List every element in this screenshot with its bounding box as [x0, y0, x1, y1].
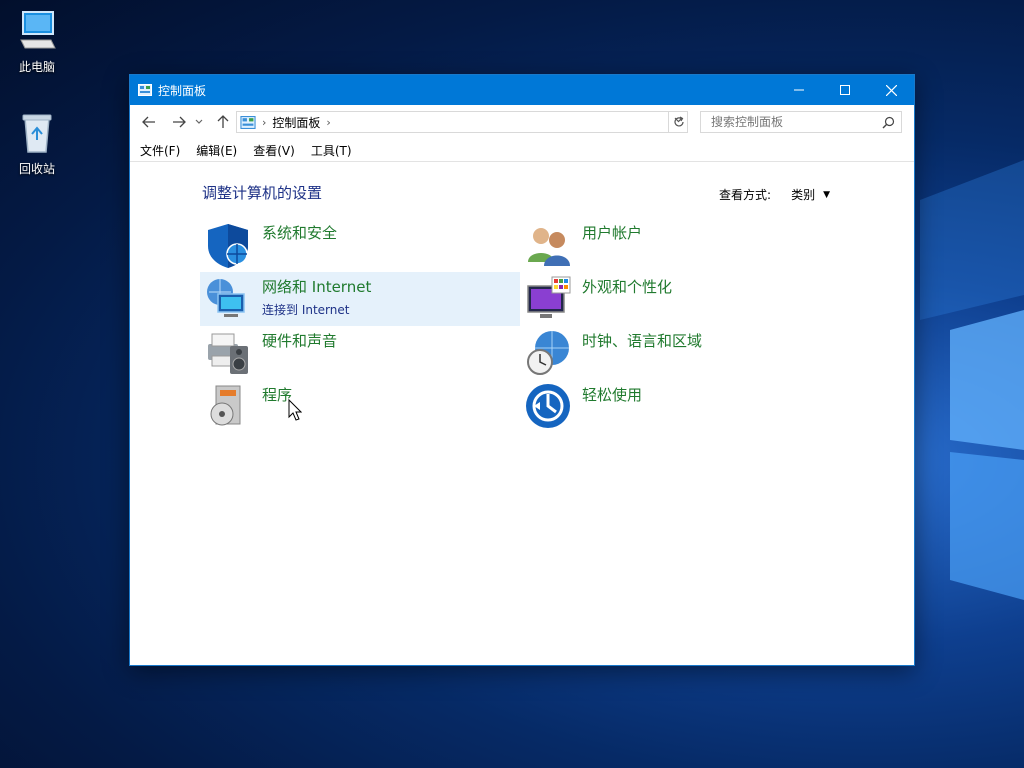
breadcrumb-separator-icon[interactable]: › — [262, 116, 266, 129]
display-palette-icon — [527, 276, 571, 318]
users-icon — [528, 228, 570, 266]
category-system-security[interactable]: 系统和安全 — [200, 218, 520, 272]
menu-tools[interactable]: 工具(T) — [311, 142, 352, 159]
desktop-icon-this-pc[interactable]: 此电脑 — [5, 10, 69, 75]
dropdown-arrow-icon[interactable]: ▼ — [823, 190, 830, 200]
search-input[interactable] — [709, 114, 873, 130]
control-panel-icon — [138, 84, 152, 96]
back-button[interactable] — [138, 111, 160, 133]
programs-icon — [210, 385, 241, 426]
desktop-icon-label: 回收站 — [18, 162, 55, 176]
menu-edit[interactable]: 编辑(E) — [196, 142, 237, 159]
control-panel-window: 控制面板 › 控制面板 › 搜索控制面板 文件(F) 编辑(E) 查看(V) 工… — [129, 74, 915, 666]
close-icon — [885, 84, 897, 96]
menu-bar: 文件(F) 编辑(E) 查看(V) 工具(T) — [130, 139, 914, 162]
page-title: 调整计算机的设置 — [202, 184, 323, 202]
title-bar[interactable]: 控制面板 — [130, 75, 914, 105]
category-title[interactable]: 用户帐户 — [582, 222, 642, 243]
view-by: 查看方式: 类别 ▼ — [719, 186, 830, 203]
maximize-button[interactable] — [822, 75, 868, 105]
refresh-button[interactable] — [668, 111, 688, 133]
category-link-connect[interactable]: 连接到 Internet — [262, 301, 371, 318]
category-title[interactable]: 网络和 Internet — [262, 276, 371, 297]
breadcrumb-control-panel[interactable]: 控制面板 — [272, 114, 320, 131]
category-clock-language-region[interactable]: 时钟、语言和区域 — [520, 326, 840, 380]
category-title[interactable]: 时钟、语言和区域 — [582, 330, 702, 351]
arrow-up-icon — [217, 115, 229, 128]
search-icon[interactable] — [882, 116, 895, 129]
category-title[interactable]: 轻松使用 — [582, 384, 642, 405]
minimize-button[interactable] — [776, 75, 822, 105]
breadcrumb-separator-icon[interactable]: › — [326, 116, 330, 129]
arrow-left-icon — [142, 116, 155, 128]
navigation-bar: › 控制面板 › — [130, 105, 914, 139]
category-network-internet[interactable]: 网络和 Internet 连接到 Internet — [200, 272, 520, 326]
menu-view[interactable]: 查看(V) — [253, 142, 295, 159]
arrow-right-icon — [173, 116, 186, 128]
chevron-down-icon — [195, 119, 203, 124]
close-button[interactable] — [868, 75, 914, 105]
address-bar[interactable]: › 控制面板 › — [236, 111, 688, 133]
category-title[interactable]: 硬件和声音 — [262, 330, 337, 351]
category-title[interactable]: 外观和个性化 — [582, 276, 672, 297]
desktop-icon-recycle-bin[interactable]: 回收站 — [5, 112, 69, 177]
search-box[interactable] — [700, 111, 902, 133]
globe-clock-icon — [527, 331, 569, 375]
window-title: 控制面板 — [158, 83, 207, 98]
maximize-icon — [840, 85, 850, 95]
category-title[interactable]: 系统和安全 — [262, 222, 337, 243]
recent-locations-button[interactable] — [192, 111, 206, 133]
desktop-icon-label: 此电脑 — [18, 60, 55, 74]
recycle-bin-icon — [17, 112, 57, 156]
forward-button[interactable] — [168, 111, 190, 133]
printer-speaker-icon — [208, 333, 248, 374]
view-by-label: 查看方式: — [719, 188, 772, 202]
main-content: 调整计算机的设置 查看方式: 类别 ▼ 系统和安全 用户帐户 网络和 Inter… — [130, 162, 914, 665]
refresh-icon — [673, 116, 684, 127]
network-icon — [207, 279, 245, 317]
category-hardware-sound[interactable]: 硬件和声音 — [200, 326, 520, 380]
category-user-accounts[interactable]: 用户帐户 — [520, 218, 840, 272]
menu-file[interactable]: 文件(F) — [140, 142, 180, 159]
computer-icon — [17, 10, 57, 54]
category-appearance-personalization[interactable]: 外观和个性化 — [520, 272, 840, 326]
control-panel-icon — [240, 115, 256, 129]
shield-icon — [208, 224, 248, 268]
minimize-icon — [794, 89, 804, 91]
view-by-select[interactable]: 类别 — [791, 186, 815, 203]
category-programs[interactable]: 程序 — [200, 380, 520, 434]
up-button[interactable] — [212, 111, 234, 133]
category-ease-of-access[interactable]: 轻松使用 — [520, 380, 840, 434]
mouse-cursor-icon — [288, 399, 302, 421]
ease-of-access-icon — [526, 384, 570, 428]
